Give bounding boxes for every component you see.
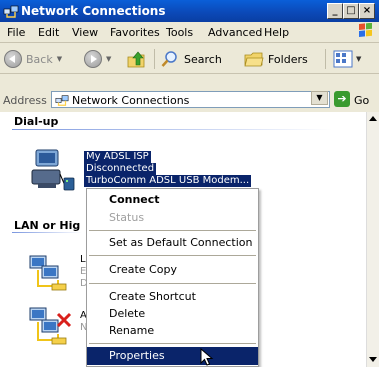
menu-tools[interactable]: Tools (166, 26, 193, 39)
menu-connect[interactable]: Connect (87, 191, 258, 209)
menu-properties[interactable]: Properties (87, 347, 258, 365)
menu-create-shortcut[interactable]: Create Shortcut (87, 288, 258, 306)
menu-help[interactable]: Help (264, 26, 289, 39)
menu-delete[interactable]: Delete (87, 305, 258, 323)
address-label: Address (3, 94, 47, 107)
search-icon (161, 51, 177, 67)
mouse-pointer-icon (200, 348, 214, 366)
menu-separator (89, 255, 256, 256)
group-divider (12, 232, 82, 233)
back-arrow-icon (4, 50, 22, 68)
back-button[interactable]: Back ▼ (4, 49, 62, 69)
close-button[interactable]: × (359, 3, 375, 19)
forward-button[interactable]: ▼ (84, 49, 111, 69)
connection-name: My ADSL ISP (84, 151, 151, 163)
folders-label: Folders (268, 52, 308, 66)
scroll-up-icon[interactable] (369, 116, 377, 121)
toolbar: Back ▼ ▼ Search Folders ▼ (0, 43, 379, 74)
connection-item-lan-disconnected[interactable]: A N (28, 304, 88, 348)
lan-connection-icon (29, 255, 67, 291)
go-arrow-icon[interactable]: ➔ (334, 91, 350, 107)
back-label: Back (26, 52, 53, 66)
scroll-down-icon[interactable] (369, 357, 377, 362)
menu-set-default[interactable]: Set as Default Connection (87, 234, 258, 252)
address-field[interactable]: Network Connections (51, 91, 330, 108)
maximize-button[interactable]: □ (343, 3, 359, 19)
menu-view[interactable]: View (72, 26, 98, 39)
menu-separator (89, 343, 256, 344)
search-label: Search (184, 52, 222, 66)
menu-edit[interactable]: Edit (38, 26, 59, 39)
chevron-down-icon[interactable]: ▼ (356, 55, 361, 63)
title-bar[interactable]: Network Connections _ □ × (0, 0, 379, 22)
up-folder-button[interactable] (126, 49, 148, 69)
address-value: Network Connections (72, 94, 190, 107)
folders-icon (244, 52, 264, 67)
menu-advanced[interactable]: Advanced (208, 26, 262, 39)
network-connections-icon (3, 5, 19, 18)
menu-bar: File Edit View Favorites Tools Advanced … (0, 22, 379, 43)
menu-favorites[interactable]: Favorites (110, 26, 160, 39)
up-folder-icon (127, 51, 145, 68)
search-button[interactable]: Search (160, 49, 222, 69)
views-icon (333, 50, 353, 68)
modem-connection-icon (31, 149, 75, 191)
menu-separator (89, 283, 256, 284)
chevron-down-icon[interactable]: ▼ (106, 55, 111, 63)
group-divider (12, 129, 332, 130)
menu-status[interactable]: Status (87, 209, 258, 227)
menu-rename[interactable]: Rename (87, 322, 258, 340)
address-dropdown-button[interactable]: ▼ (311, 91, 328, 105)
connection-item-lan[interactable]: L E D (28, 252, 88, 294)
toolbar-separator (325, 49, 326, 69)
vertical-scrollbar[interactable] (366, 112, 379, 367)
context-menu: Connect Status Set as Default Connection… (86, 188, 259, 367)
minimize-button[interactable]: _ (327, 3, 343, 19)
toolbar-separator (154, 49, 155, 69)
connection-device: TurboComm ADSL USB Modem... (84, 175, 252, 187)
group-heading-lan: LAN or Hig (14, 219, 81, 232)
chevron-down-icon[interactable]: ▼ (57, 55, 62, 63)
windows-logo-icon (359, 23, 372, 38)
menu-separator (89, 230, 256, 231)
forward-arrow-icon (84, 50, 102, 68)
network-connections-icon (55, 95, 69, 106)
folders-button[interactable]: Folders (244, 49, 308, 69)
go-button[interactable]: Go (354, 94, 369, 107)
views-button[interactable]: ▼ (333, 49, 361, 69)
lan-name-fragment: L (80, 254, 86, 265)
menu-file[interactable]: File (7, 26, 25, 39)
lan-disconnected-icon (29, 307, 72, 345)
group-heading-dialup: Dial-up (14, 115, 59, 128)
menu-create-copy[interactable]: Create Copy (87, 261, 258, 279)
window-title: Network Connections (21, 4, 166, 18)
connection-status: Disconnected (84, 163, 157, 175)
